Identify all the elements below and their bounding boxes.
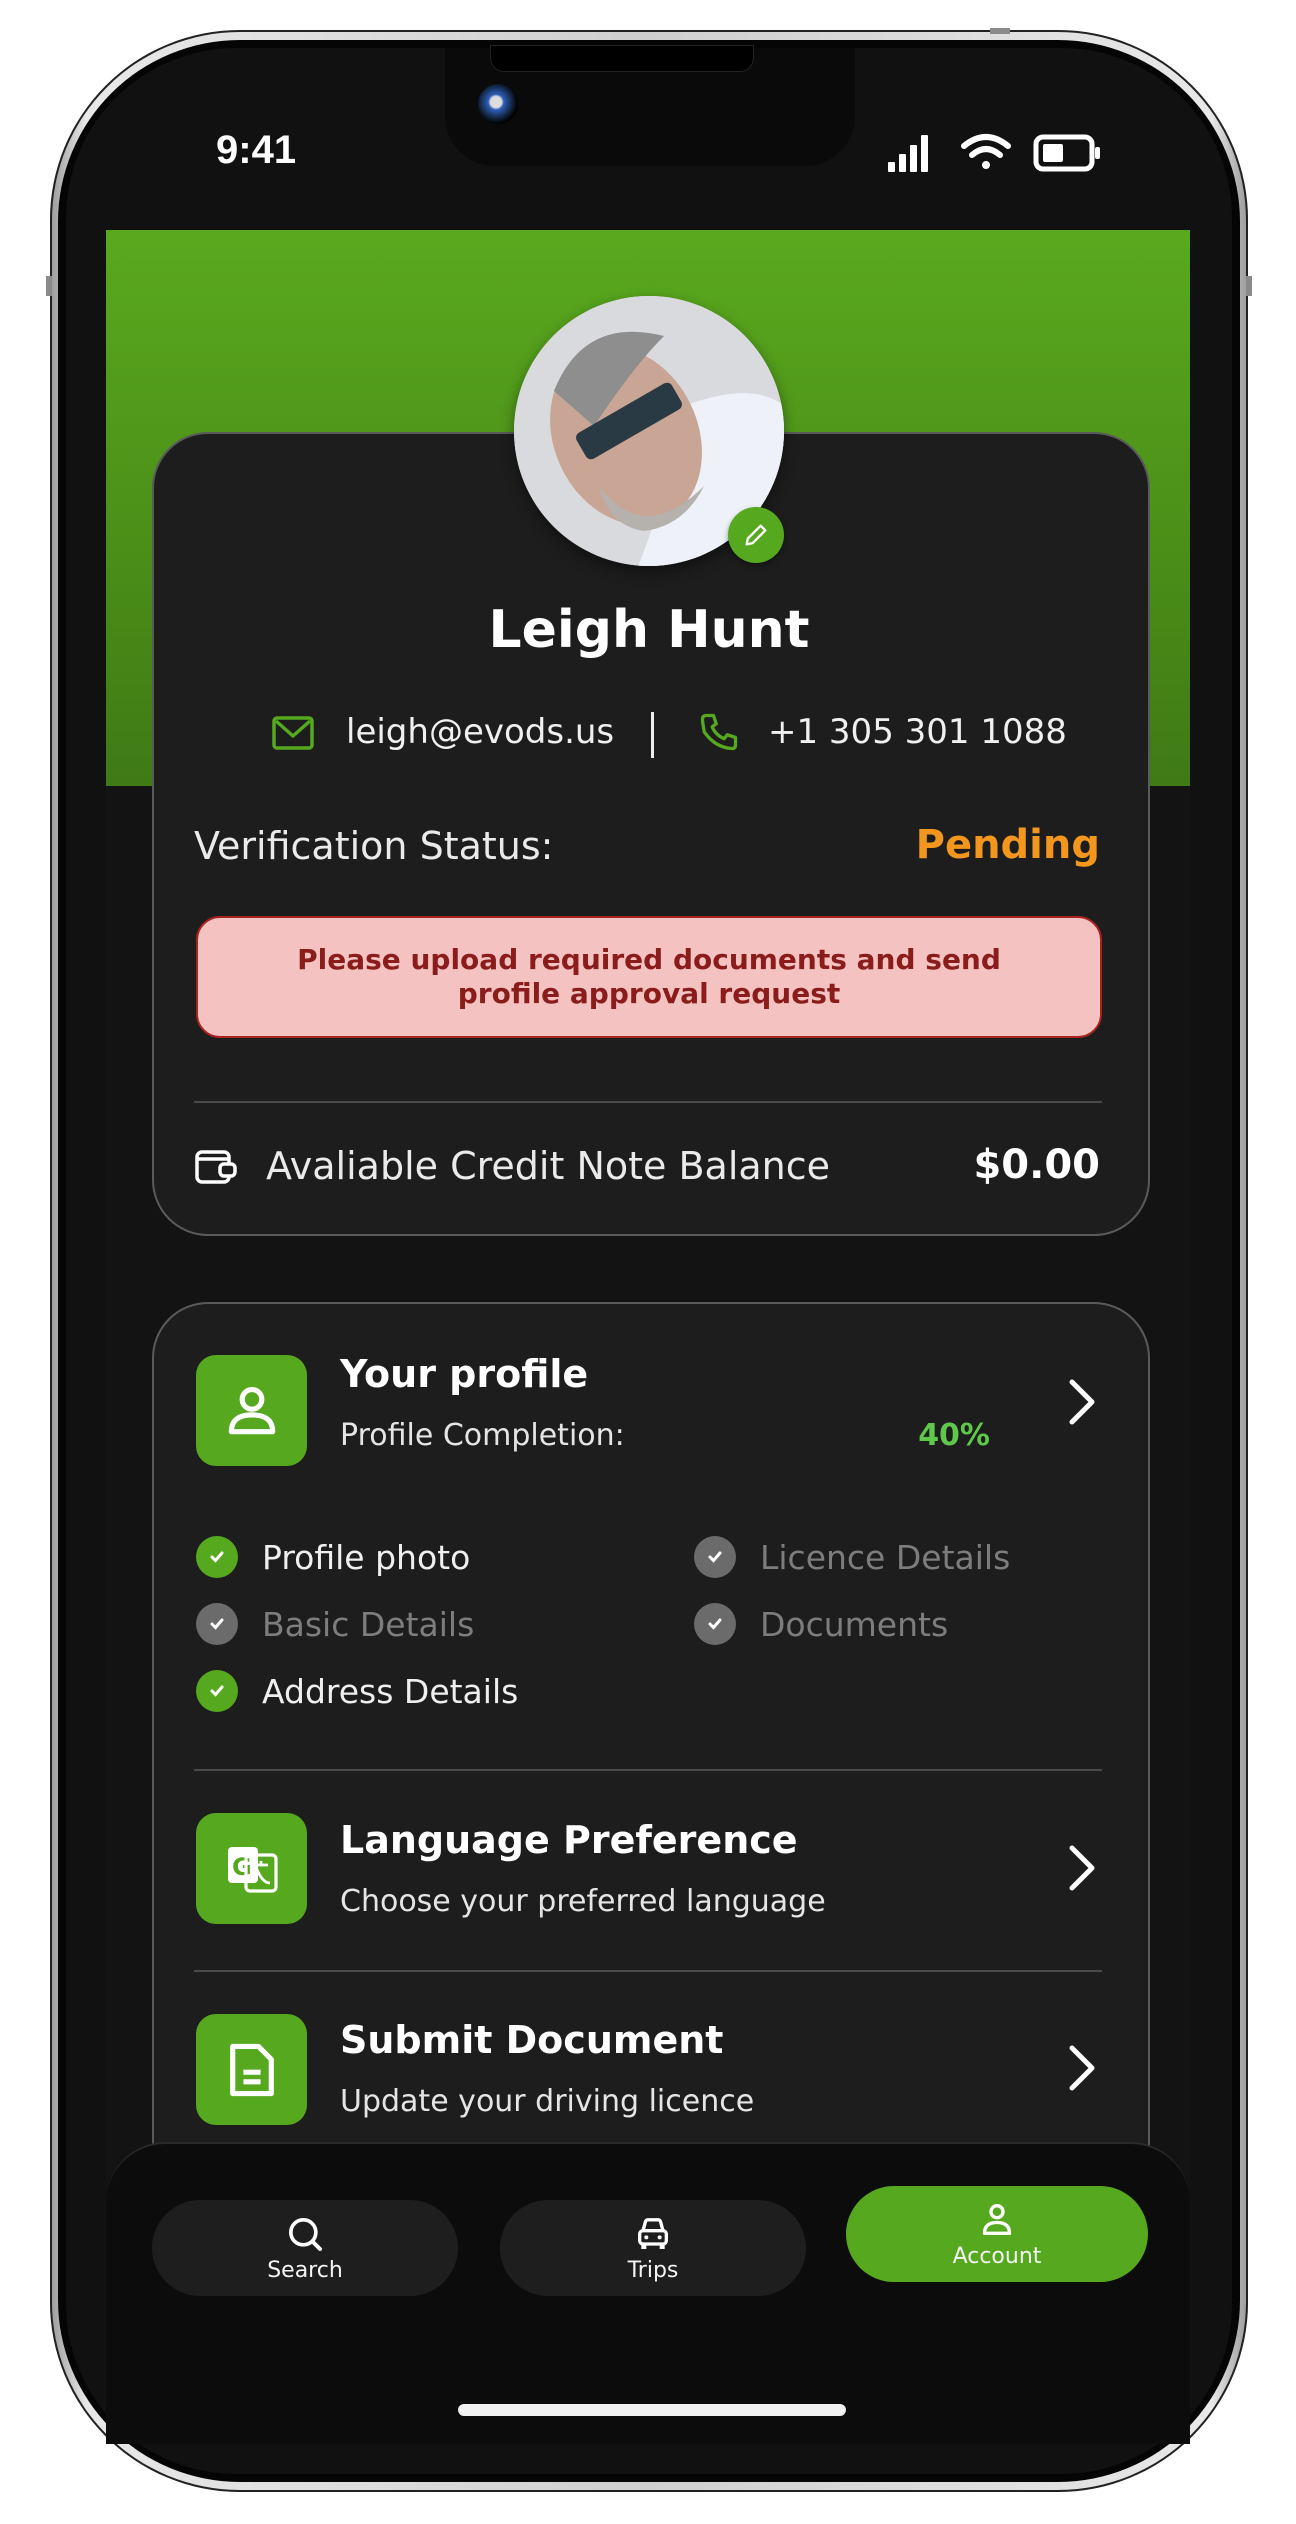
status-time: 9:41 bbox=[216, 128, 297, 172]
profile-completion-value: 40% bbox=[918, 1418, 990, 1453]
checklist-item-documents: Documents bbox=[694, 1603, 948, 1645]
translate-icon: G bbox=[227, 1846, 278, 1893]
alert-message: Please upload required documents and sen… bbox=[297, 943, 1001, 1010]
car-icon bbox=[638, 2217, 668, 2249]
tab-account[interactable]: Account bbox=[846, 2186, 1148, 2282]
speaker-grille bbox=[490, 45, 754, 72]
person-icon bbox=[228, 1386, 275, 1434]
chevron-right-icon[interactable] bbox=[1064, 1842, 1100, 1894]
checklist-item-address-details: Address Details bbox=[196, 1670, 518, 1712]
language-preference-subtitle: Choose your preferred language bbox=[340, 1884, 826, 1919]
language-preference-title: Language Preference bbox=[340, 1818, 798, 1862]
wifi-icon bbox=[961, 134, 1011, 169]
battery-icon bbox=[1033, 134, 1100, 172]
email-link[interactable]: leigh@evods.us bbox=[346, 712, 614, 752]
credit-balance-label: Avaliable Credit Note Balance bbox=[266, 1144, 831, 1188]
chevron-right-icon[interactable] bbox=[1064, 2042, 1100, 2094]
divider bbox=[194, 1970, 1102, 1972]
side-button bbox=[990, 28, 1010, 34]
check-circle-icon bbox=[694, 1603, 736, 1645]
front-camera bbox=[478, 84, 518, 124]
user-name: Leigh Hunt bbox=[488, 600, 810, 660]
contact-separator bbox=[651, 712, 654, 758]
home-indicator[interactable] bbox=[458, 2404, 846, 2416]
your-profile-title: Your profile bbox=[340, 1352, 589, 1396]
credit-balance-value: $0.00 bbox=[973, 1142, 1100, 1188]
side-button bbox=[46, 276, 52, 296]
verification-status-badge: Pending bbox=[915, 822, 1100, 868]
check-circle-icon bbox=[694, 1536, 736, 1578]
checklist-item-licence-details: Licence Details bbox=[694, 1536, 1010, 1578]
signal-icon bbox=[888, 135, 928, 172]
pencil-icon bbox=[745, 524, 767, 546]
verification-alert: Please upload required documents and sen… bbox=[196, 916, 1102, 1038]
mail-icon bbox=[272, 716, 314, 750]
divider bbox=[194, 1101, 1102, 1103]
check-circle-icon bbox=[196, 1603, 238, 1645]
checklist-item-profile-photo: Profile photo bbox=[196, 1536, 470, 1578]
person-icon bbox=[982, 2203, 1012, 2235]
document-icon-box bbox=[196, 2014, 307, 2125]
phone-number-link[interactable]: +1 305 301 1088 bbox=[768, 712, 1067, 752]
tab-trips[interactable]: Trips bbox=[500, 2200, 806, 2296]
divider bbox=[194, 1769, 1102, 1771]
wallet-icon bbox=[195, 1150, 237, 1184]
document-icon bbox=[229, 2043, 274, 2096]
side-button bbox=[1246, 276, 1252, 296]
submit-document-title: Submit Document bbox=[340, 2018, 724, 2062]
tab-search[interactable]: Search bbox=[152, 2200, 458, 2296]
check-circle-icon bbox=[196, 1536, 238, 1578]
profile-completion-label: Profile Completion: bbox=[340, 1418, 625, 1453]
check-circle-icon bbox=[196, 1670, 238, 1712]
search-icon bbox=[289, 2217, 322, 2251]
verification-status-label: Verification Status: bbox=[194, 824, 554, 868]
phone-icon bbox=[700, 713, 738, 751]
submit-document-subtitle: Update your driving licence bbox=[340, 2084, 755, 2119]
status-icons bbox=[888, 134, 1100, 172]
edit-avatar-button[interactable] bbox=[728, 507, 784, 563]
checklist-item-basic-details: Basic Details bbox=[196, 1603, 474, 1645]
chevron-right-icon[interactable] bbox=[1064, 1376, 1100, 1428]
profile-icon-box bbox=[196, 1355, 307, 1466]
language-icon-box: G bbox=[196, 1813, 307, 1924]
svg-text:G: G bbox=[232, 1853, 252, 1881]
